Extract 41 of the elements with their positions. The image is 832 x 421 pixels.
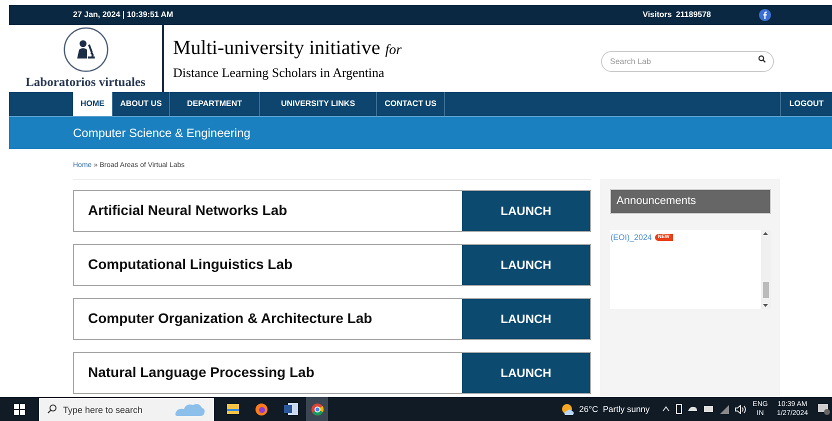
speaker-icon[interactable] [734, 404, 747, 414]
lab-name: Computer Organization & Architecture Lab [87, 309, 374, 328]
department-title: Computer Science & Engineering [73, 125, 250, 142]
announcements-title: Announcements [616, 194, 696, 209]
firefox-icon[interactable] [255, 402, 268, 416]
phone-icon[interactable] [676, 404, 682, 414]
visitors-label: Visitors [642, 9, 672, 21]
word-icon[interactable] [284, 403, 298, 415]
lab-name: Natural Language Processing Lab [87, 363, 316, 382]
cloud-icon [174, 401, 206, 417]
facebook-icon[interactable] [759, 9, 771, 21]
weather-text: 26°C Partly sunny [579, 402, 650, 416]
chrome-icon[interactable] [310, 402, 324, 416]
scientist-logo-icon [62, 27, 108, 72]
chevron-up-icon[interactable] [662, 406, 670, 412]
launch-button[interactable]: LAUNCH [462, 244, 590, 284]
launch-button[interactable]: LAUNCH [462, 352, 590, 392]
title-suffix: for [385, 42, 402, 60]
taskbar-search-field[interactable]: Type here to search [39, 398, 214, 421]
scroll-up-arrow-icon[interactable] [763, 232, 768, 234]
notification-icon[interactable] [818, 404, 830, 414]
signal-icon[interactable] [720, 404, 729, 414]
site-title: Multi-university initiative [173, 36, 380, 61]
lab-name: Computational Linguistics Lab [87, 255, 294, 274]
battery-icon[interactable] [704, 406, 714, 412]
scrollbar-thumb[interactable] [762, 282, 768, 298]
date-time: 27 Jan, 2024 | 10:39:51 AM [73, 9, 174, 21]
windows-start-icon[interactable] [14, 404, 25, 414]
launch-button[interactable]: LAUNCH [462, 190, 590, 230]
sun-cloud-icon [561, 402, 576, 416]
search-icon [47, 404, 57, 414]
logo-text: Laboratorios virtuales [26, 74, 146, 92]
visitors-count: 21189578 [676, 9, 711, 21]
scroll-down-arrow-icon[interactable] [763, 304, 768, 306]
lab-name: Artificial Neural Networks Lab [87, 201, 288, 220]
cloud-icon[interactable] [688, 406, 698, 412]
search-icon[interactable] [758, 54, 766, 62]
search-field[interactable]: Search Lab [601, 51, 774, 72]
nav-tab[interactable]: HOME [73, 92, 113, 116]
site-subtitle: Distance Learning Scholars in Argentina [173, 64, 386, 82]
launch-button[interactable]: LAUNCH [462, 298, 590, 338]
